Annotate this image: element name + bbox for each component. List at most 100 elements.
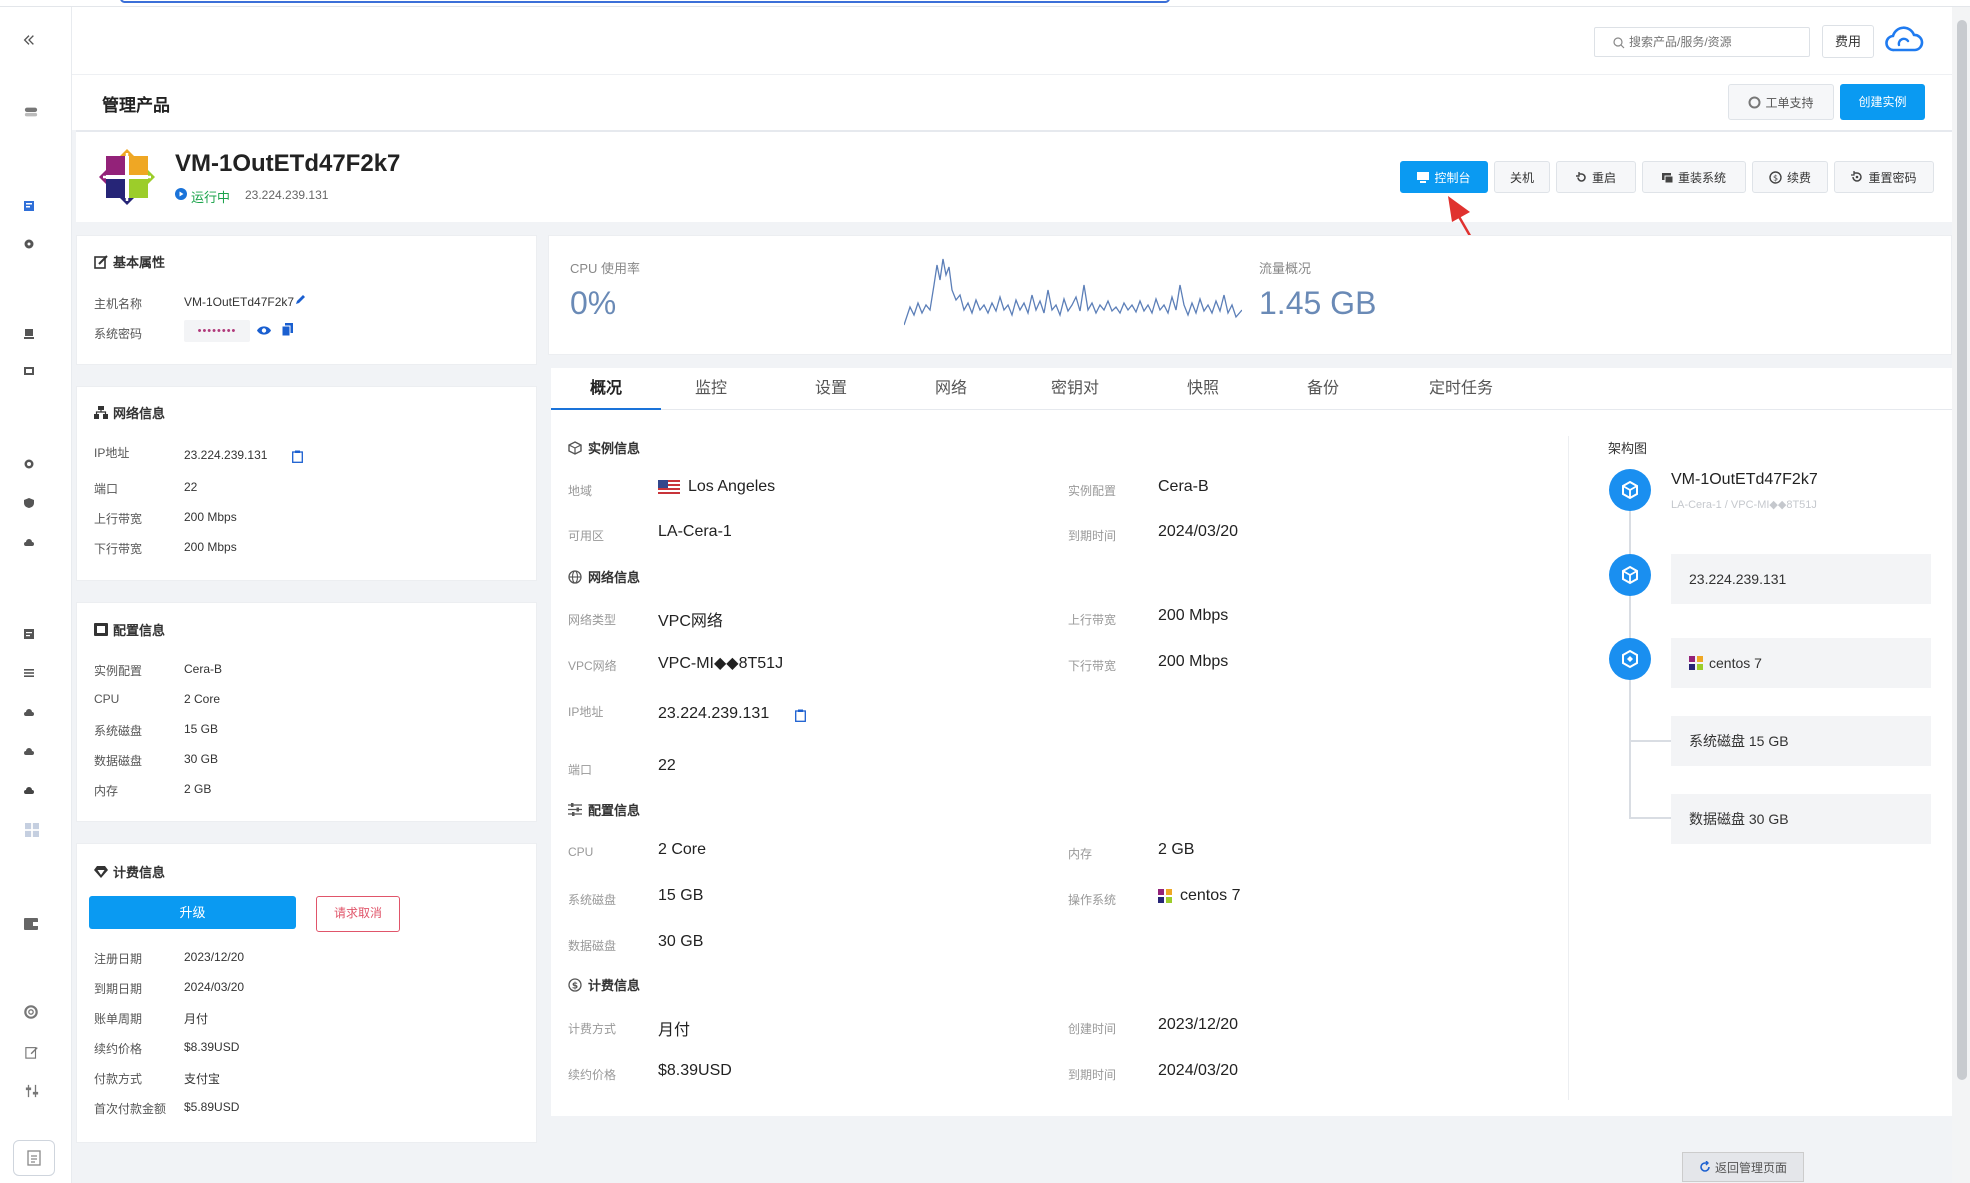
traffic-overview-label: 流量概况	[1259, 261, 1312, 276]
renewal-price-value: $8.39USD	[184, 1040, 240, 1054]
document-icon[interactable]	[24, 629, 34, 639]
search-icon	[1613, 37, 1625, 49]
reinstall-button[interactable]: 重装系统	[1642, 161, 1746, 193]
region-value: Los Angeles	[658, 478, 775, 496]
tab-snapshots[interactable]: 快照	[1163, 368, 1243, 410]
hostname-key: 主机名称	[94, 297, 143, 311]
downlink-value: 200 Mbps	[1158, 653, 1229, 670]
renew-price-value: $8.39USD	[658, 1062, 732, 1079]
ip-value: 23.224.239.131	[184, 448, 268, 462]
clipboard-icon[interactable]	[292, 450, 303, 463]
monitor-icon[interactable]	[24, 367, 34, 377]
renew-button[interactable]: $ 续费	[1752, 161, 1828, 193]
dollar-circle-icon: $	[568, 977, 582, 992]
tab-overview[interactable]: 概况	[551, 368, 661, 410]
tab-monitoring[interactable]: 监控	[671, 368, 751, 410]
sliders-icon[interactable]	[25, 1084, 39, 1098]
wallet-icon[interactable]	[24, 917, 38, 931]
billing-section-title: $ 计费信息	[568, 975, 640, 994]
cpu-sparkline	[904, 258, 1242, 326]
console-button[interactable]: 控制台	[1400, 161, 1488, 193]
network-info-section-title: 网络信息	[568, 567, 640, 586]
play-status-icon	[175, 188, 187, 200]
billing-cycle-key: 账单周期	[94, 1012, 143, 1026]
arch-sysdisk-text: 系统磁盘 15 GB	[1689, 733, 1789, 749]
sidebar	[0, 7, 72, 1183]
config-info-label: 配置信息	[113, 623, 166, 638]
cloud-backup-icon[interactable]	[24, 746, 34, 756]
cloud-storage-icon[interactable]	[24, 707, 34, 717]
copy-icon[interactable]	[282, 323, 293, 336]
restart-button[interactable]: 重启	[1556, 161, 1636, 193]
support-ring-icon[interactable]	[24, 1005, 38, 1019]
zone-key: 可用区	[568, 529, 605, 543]
server-icon[interactable]	[24, 329, 34, 339]
tab-backups[interactable]: 备份	[1283, 368, 1363, 410]
data-disk-key: 数据磁盘	[94, 754, 143, 768]
region-text: Los Angeles	[688, 478, 776, 495]
vpc-key: VPC网络	[568, 659, 617, 673]
eye-icon[interactable]	[257, 325, 271, 336]
expire-date-value: 2024/03/20	[184, 980, 245, 994]
search-input[interactable]	[1629, 28, 1799, 56]
tab-network[interactable]: 网络	[911, 368, 991, 410]
cloud-sync-icon[interactable]	[24, 785, 34, 795]
arch-branch-datadisk	[1629, 817, 1671, 819]
overview-datadisk-key: 数据磁盘	[568, 939, 617, 953]
tab-scheduled-tasks[interactable]: 定时任务	[1411, 368, 1511, 410]
billing-info-card	[76, 843, 537, 1143]
overview-cpu-key: CPU	[568, 845, 594, 859]
config-section-label: 配置信息	[588, 803, 641, 818]
settings-icon[interactable]	[24, 239, 34, 249]
overview-ip-key: IP地址	[568, 705, 604, 719]
browser-address-strip	[0, 0, 1970, 7]
tab-settings[interactable]: 设置	[791, 368, 871, 410]
apps-grid-icon[interactable]	[25, 823, 39, 837]
cpu-value: 2 Core	[184, 692, 221, 706]
console-label: 控制台	[1434, 170, 1471, 185]
notes-button[interactable]	[13, 1140, 55, 1176]
create-instance-button[interactable]: 创建实例	[1840, 84, 1925, 120]
fee-button[interactable]: 费用	[1822, 25, 1874, 58]
list-icon[interactable]	[24, 668, 34, 678]
cloud-icon[interactable]	[24, 537, 34, 547]
renewal-price-key: 续约价格	[94, 1042, 143, 1056]
arch-ip-box: 23.224.239.131	[1671, 554, 1931, 604]
arch-ip-node	[1609, 554, 1651, 596]
edit-doc-icon	[94, 254, 108, 269]
pencil-icon[interactable]	[295, 294, 306, 305]
network-icon	[94, 406, 108, 419]
instance-config-value: Cera-B	[1158, 478, 1209, 495]
overview-port-key: 端口	[568, 763, 593, 777]
instance-config-key: 实例配置	[94, 664, 143, 678]
upgrade-button[interactable]: 升级	[89, 896, 296, 929]
clipboard-icon[interactable]	[795, 709, 806, 722]
os-value: centos 7	[1158, 887, 1240, 905]
cloud-logo-icon[interactable]	[1884, 24, 1924, 56]
back-label: 返回管理页面	[1714, 1160, 1787, 1175]
dashboard-icon[interactable]	[24, 201, 34, 211]
overview-ip-value: 23.224.239.131	[658, 705, 770, 722]
config-icon	[94, 623, 108, 636]
memory-key: 内存	[94, 784, 119, 798]
diamond-icon	[94, 865, 108, 878]
reset-password-button[interactable]: 重置密码	[1834, 161, 1934, 193]
instance-ip: 23.224.239.131	[245, 188, 329, 202]
data-disk-value: 30 GB	[184, 752, 219, 766]
request-cancel-button[interactable]: 请求取消	[316, 896, 400, 932]
edit-icon[interactable]	[25, 1045, 39, 1059]
collapse-icon[interactable]	[22, 33, 36, 47]
ticket-support-button[interactable]: 工单支持	[1728, 84, 1834, 120]
shield-icon[interactable]	[24, 498, 34, 508]
search-box[interactable]	[1594, 27, 1810, 57]
monitor-icon	[1417, 171, 1430, 183]
back-to-management-button[interactable]: 返回管理页面	[1682, 1152, 1804, 1182]
globe-icon[interactable]	[24, 459, 34, 469]
shutdown-button[interactable]: 关机	[1494, 161, 1550, 193]
scrollbar-thumb[interactable]	[1957, 20, 1967, 1080]
payment-method-value: 支付宝	[184, 1072, 221, 1086]
toggle-icon[interactable]	[24, 105, 38, 119]
tab-keypairs[interactable]: 密钥对	[1035, 368, 1115, 410]
vpc-value: VPC-MI◆◆8T51J	[658, 655, 784, 672]
os-key: 操作系统	[1068, 893, 1117, 907]
